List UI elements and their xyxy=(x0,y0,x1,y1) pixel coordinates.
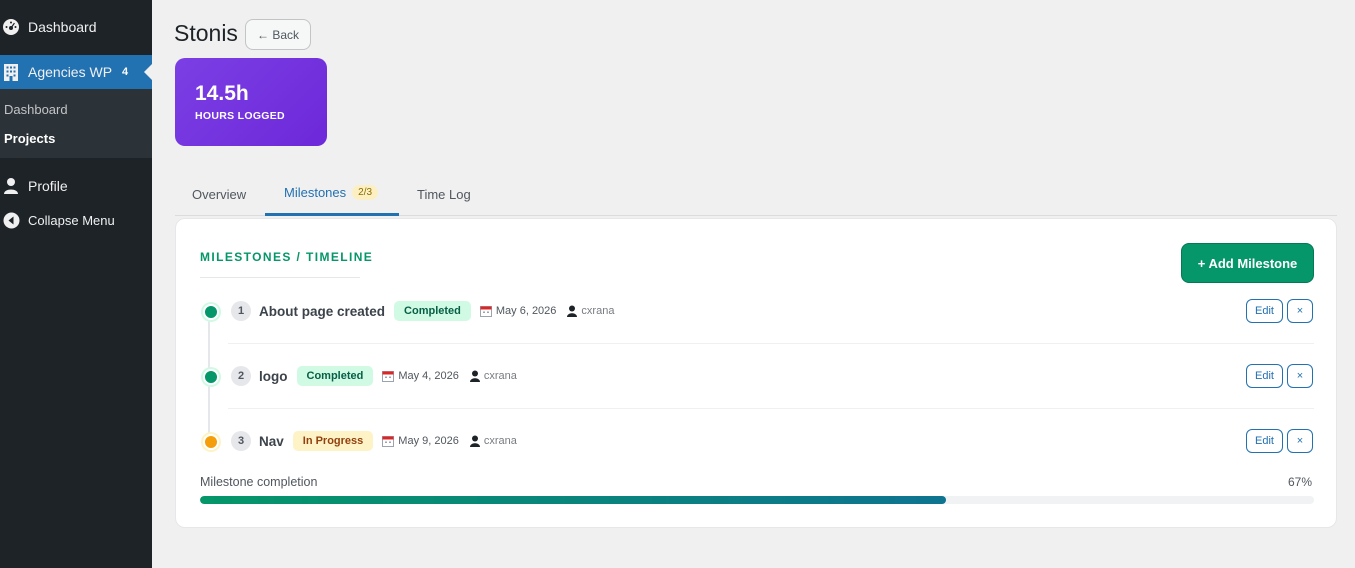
completion-progress-fill xyxy=(200,496,947,504)
tab-time-log[interactable]: Time Log xyxy=(417,172,471,216)
dashboard-gauge-icon xyxy=(1,17,21,37)
agencies-submenu: Dashboard Projects xyxy=(0,89,152,158)
milestone-details: logo Completed May 4, 2026 cxrana xyxy=(259,356,517,396)
completion-label: Milestone completion xyxy=(200,475,318,489)
add-milestone-button[interactable]: + Add Milestone xyxy=(1181,243,1314,283)
completion-progress-bar xyxy=(200,496,1314,504)
back-button[interactable]: ← Back xyxy=(245,19,311,50)
calendar-icon xyxy=(382,370,395,382)
milestone-row: 2 logo Completed May 4, 2026 cxrana Edit… xyxy=(200,356,1314,396)
tab-overview-label: Overview xyxy=(192,186,247,202)
milestone-status-dot xyxy=(203,369,219,385)
milestone-date: May 9, 2026 xyxy=(398,435,459,447)
menu-item-dashboard-label: Dashboard xyxy=(28,19,97,35)
menu-item-profile-label: Profile xyxy=(28,178,68,194)
panel-title: MILESTONES / TIMELINE xyxy=(200,250,374,264)
panel-title-divider xyxy=(200,277,360,278)
milestone-user: cxrana xyxy=(483,435,517,447)
tab-time-log-label: Time Log xyxy=(417,186,471,202)
status-badge: Completed xyxy=(296,366,374,386)
milestone-number: 3 xyxy=(231,431,251,451)
milestone-row: 3 Nav In Progress May 9, 2026 cxrana Edi… xyxy=(200,421,1314,461)
submenu-item-projects[interactable]: Projects xyxy=(4,131,55,146)
collapse-menu-label: Collapse Menu xyxy=(28,212,115,228)
tab-milestones[interactable]: Milestones 2/3 xyxy=(265,172,399,216)
submenu-item-dashboard[interactable]: Dashboard xyxy=(4,102,68,117)
milestone-row: 1 About page created Completed May 6, 20… xyxy=(200,291,1314,331)
milestone-details: About page created Completed May 6, 2026… xyxy=(259,291,614,331)
user-silhouette-icon xyxy=(469,435,481,447)
menu-item-agencies-wp[interactable]: Agencies WP 4 xyxy=(0,55,152,89)
user-silhouette-icon xyxy=(566,305,578,317)
milestone-user: cxrana xyxy=(483,370,517,382)
edit-milestone-button[interactable]: Edit xyxy=(1246,429,1283,453)
milestone-user: cxrana xyxy=(581,305,615,317)
milestones-count-badge: 2/3 xyxy=(352,185,379,200)
status-badge: In Progress xyxy=(292,431,374,451)
menu-item-agencies-label: Agencies WP xyxy=(28,64,113,80)
active-menu-arrow xyxy=(144,64,152,80)
building-icon xyxy=(1,62,21,82)
milestone-status-dot xyxy=(203,434,219,450)
milestone-name: logo xyxy=(259,368,288,384)
tab-milestones-label: Milestones xyxy=(284,185,347,200)
tab-overview[interactable]: Overview xyxy=(192,172,246,216)
milestones-panel: MILESTONES / TIMELINE + Add Milestone 1 … xyxy=(175,218,1337,528)
milestone-date: May 6, 2026 xyxy=(495,305,557,317)
project-tabs: Overview Milestones 2/3 Time Log xyxy=(175,172,1337,216)
milestone-details: Nav In Progress May 9, 2026 cxrana xyxy=(259,421,517,461)
hours-logged-value: 14.5h xyxy=(195,82,249,105)
milestone-number: 2 xyxy=(231,366,251,386)
user-silhouette-icon xyxy=(469,370,481,382)
milestone-name: About page created xyxy=(259,303,386,319)
admin-sidebar: Dashboard Agencies WP 4 Dashboard Projec… xyxy=(0,0,152,568)
hours-logged-card: 14.5h HOURS LOGGED xyxy=(175,58,327,146)
milestone-number: 1 xyxy=(231,301,251,321)
milestone-status-dot xyxy=(203,304,219,320)
edit-milestone-button[interactable]: Edit xyxy=(1246,299,1283,323)
milestone-name: Nav xyxy=(259,433,284,449)
delete-milestone-button[interactable]: × xyxy=(1287,429,1313,453)
page-title: Stonis xyxy=(174,20,238,46)
agencies-count-badge: 4 xyxy=(122,66,129,78)
menu-item-dashboard[interactable]: Dashboard xyxy=(0,10,152,44)
collapse-arrow-icon xyxy=(1,210,21,230)
milestone-divider xyxy=(228,408,1314,409)
delete-milestone-button[interactable]: × xyxy=(1287,299,1313,323)
milestone-date: May 4, 2026 xyxy=(398,370,459,382)
user-icon xyxy=(1,176,21,196)
menu-item-profile[interactable]: Profile xyxy=(0,169,152,203)
collapse-menu-button[interactable]: Collapse Menu xyxy=(0,203,152,237)
hours-logged-label: HOURS LOGGED xyxy=(195,110,285,122)
calendar-icon xyxy=(382,435,395,447)
milestone-divider xyxy=(228,343,1314,344)
status-badge: Completed xyxy=(394,301,471,321)
completion-percent: 67% xyxy=(1287,475,1312,489)
delete-milestone-button[interactable]: × xyxy=(1287,364,1313,388)
calendar-icon xyxy=(479,305,492,317)
edit-milestone-button[interactable]: Edit xyxy=(1246,364,1283,388)
